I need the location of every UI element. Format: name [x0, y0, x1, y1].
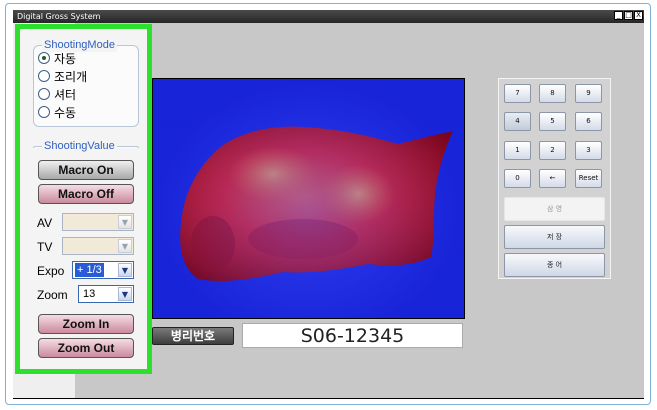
zoom-out-button[interactable]: Zoom Out — [38, 338, 134, 358]
window-title: Digital Gross System — [17, 12, 101, 21]
shooting-value-title: ShootingValue — [42, 139, 117, 153]
camera-preview — [152, 78, 465, 319]
end-button[interactable]: 종 어 — [504, 253, 605, 277]
tissue-shadow — [191, 216, 235, 272]
key-6[interactable]: 6 — [575, 112, 602, 131]
key-2[interactable]: 2 — [539, 141, 566, 160]
minimize-button[interactable]: _ — [614, 11, 623, 20]
chevron-down-icon: ▼ — [118, 215, 132, 229]
key-1[interactable]: 1 — [504, 141, 531, 160]
chevron-down-icon: ▼ — [118, 263, 132, 277]
divider — [13, 398, 644, 399]
shooting-value-group: ShootingValue — [33, 139, 139, 153]
radio-label: 셔터 — [54, 88, 77, 102]
tv-select[interactable]: ▼ — [62, 237, 134, 255]
av-label: AV — [37, 216, 53, 230]
tv-label: TV — [37, 240, 53, 254]
radio-label: 자동 — [54, 52, 77, 66]
radio-selected-icon — [38, 52, 50, 64]
tissue-shadow — [248, 219, 358, 259]
radio-icon — [38, 106, 50, 118]
pathology-number-label: 병리번호 — [152, 327, 234, 345]
key-5[interactable]: 5 — [539, 112, 566, 131]
control-panel: ShootingMode 자동 조리개 셔터 수동 ShootingValue … — [15, 24, 152, 374]
key-8[interactable]: 8 — [539, 84, 566, 103]
tissue-highlight — [320, 164, 396, 224]
radio-label: 수동 — [54, 106, 77, 120]
radio-icon — [38, 70, 50, 82]
reset-key[interactable]: Reset — [575, 169, 602, 188]
key-3[interactable]: 3 — [575, 141, 602, 160]
specimen-image — [180, 126, 453, 282]
maximize-button[interactable]: □ — [624, 11, 633, 20]
pathology-number-field[interactable]: S06-12345 — [242, 323, 463, 348]
radio-shutter[interactable]: 셔터 — [38, 87, 76, 103]
radio-label: 조리개 — [54, 70, 88, 84]
chevron-down-icon: ▼ — [118, 239, 132, 253]
radio-manual[interactable]: 수동 — [38, 105, 76, 121]
zoom-value: 13 — [83, 288, 96, 300]
delete-button[interactable]: 삼 영 — [504, 197, 605, 221]
shooting-mode-title: ShootingMode — [42, 38, 117, 52]
chevron-down-icon: ▼ — [118, 287, 132, 301]
av-select[interactable]: ▼ — [62, 213, 134, 231]
expo-value: + 1/3 — [75, 263, 104, 277]
key-7[interactable]: 7 — [504, 84, 531, 103]
shooting-mode-group: ShootingMode 자동 조리개 셔터 수동 — [33, 38, 139, 127]
radio-aperture[interactable]: 조리개 — [38, 69, 87, 85]
save-button[interactable]: 저 장 — [504, 225, 605, 249]
zoom-label: Zoom — [37, 288, 68, 302]
zoom-select[interactable]: 13 ▼ — [78, 285, 134, 303]
radio-icon — [38, 88, 50, 100]
key-0[interactable]: 0 — [504, 169, 531, 188]
macro-on-button[interactable]: Macro On — [38, 160, 134, 180]
expo-select[interactable]: + 1/3 ▼ — [72, 261, 134, 279]
key-4[interactable]: 4 — [504, 112, 531, 131]
key-9[interactable]: 9 — [575, 84, 602, 103]
radio-auto[interactable]: 자동 — [38, 51, 76, 67]
macro-off-button[interactable]: Macro Off — [38, 184, 134, 204]
zoom-in-button[interactable]: Zoom In — [38, 314, 134, 334]
expo-label: Expo — [37, 264, 65, 278]
tissue-highlight — [228, 146, 318, 202]
backspace-key[interactable]: ← — [539, 169, 566, 188]
title-bar: Digital Gross System _ □ X — [13, 10, 644, 23]
close-button[interactable]: X — [634, 11, 643, 20]
